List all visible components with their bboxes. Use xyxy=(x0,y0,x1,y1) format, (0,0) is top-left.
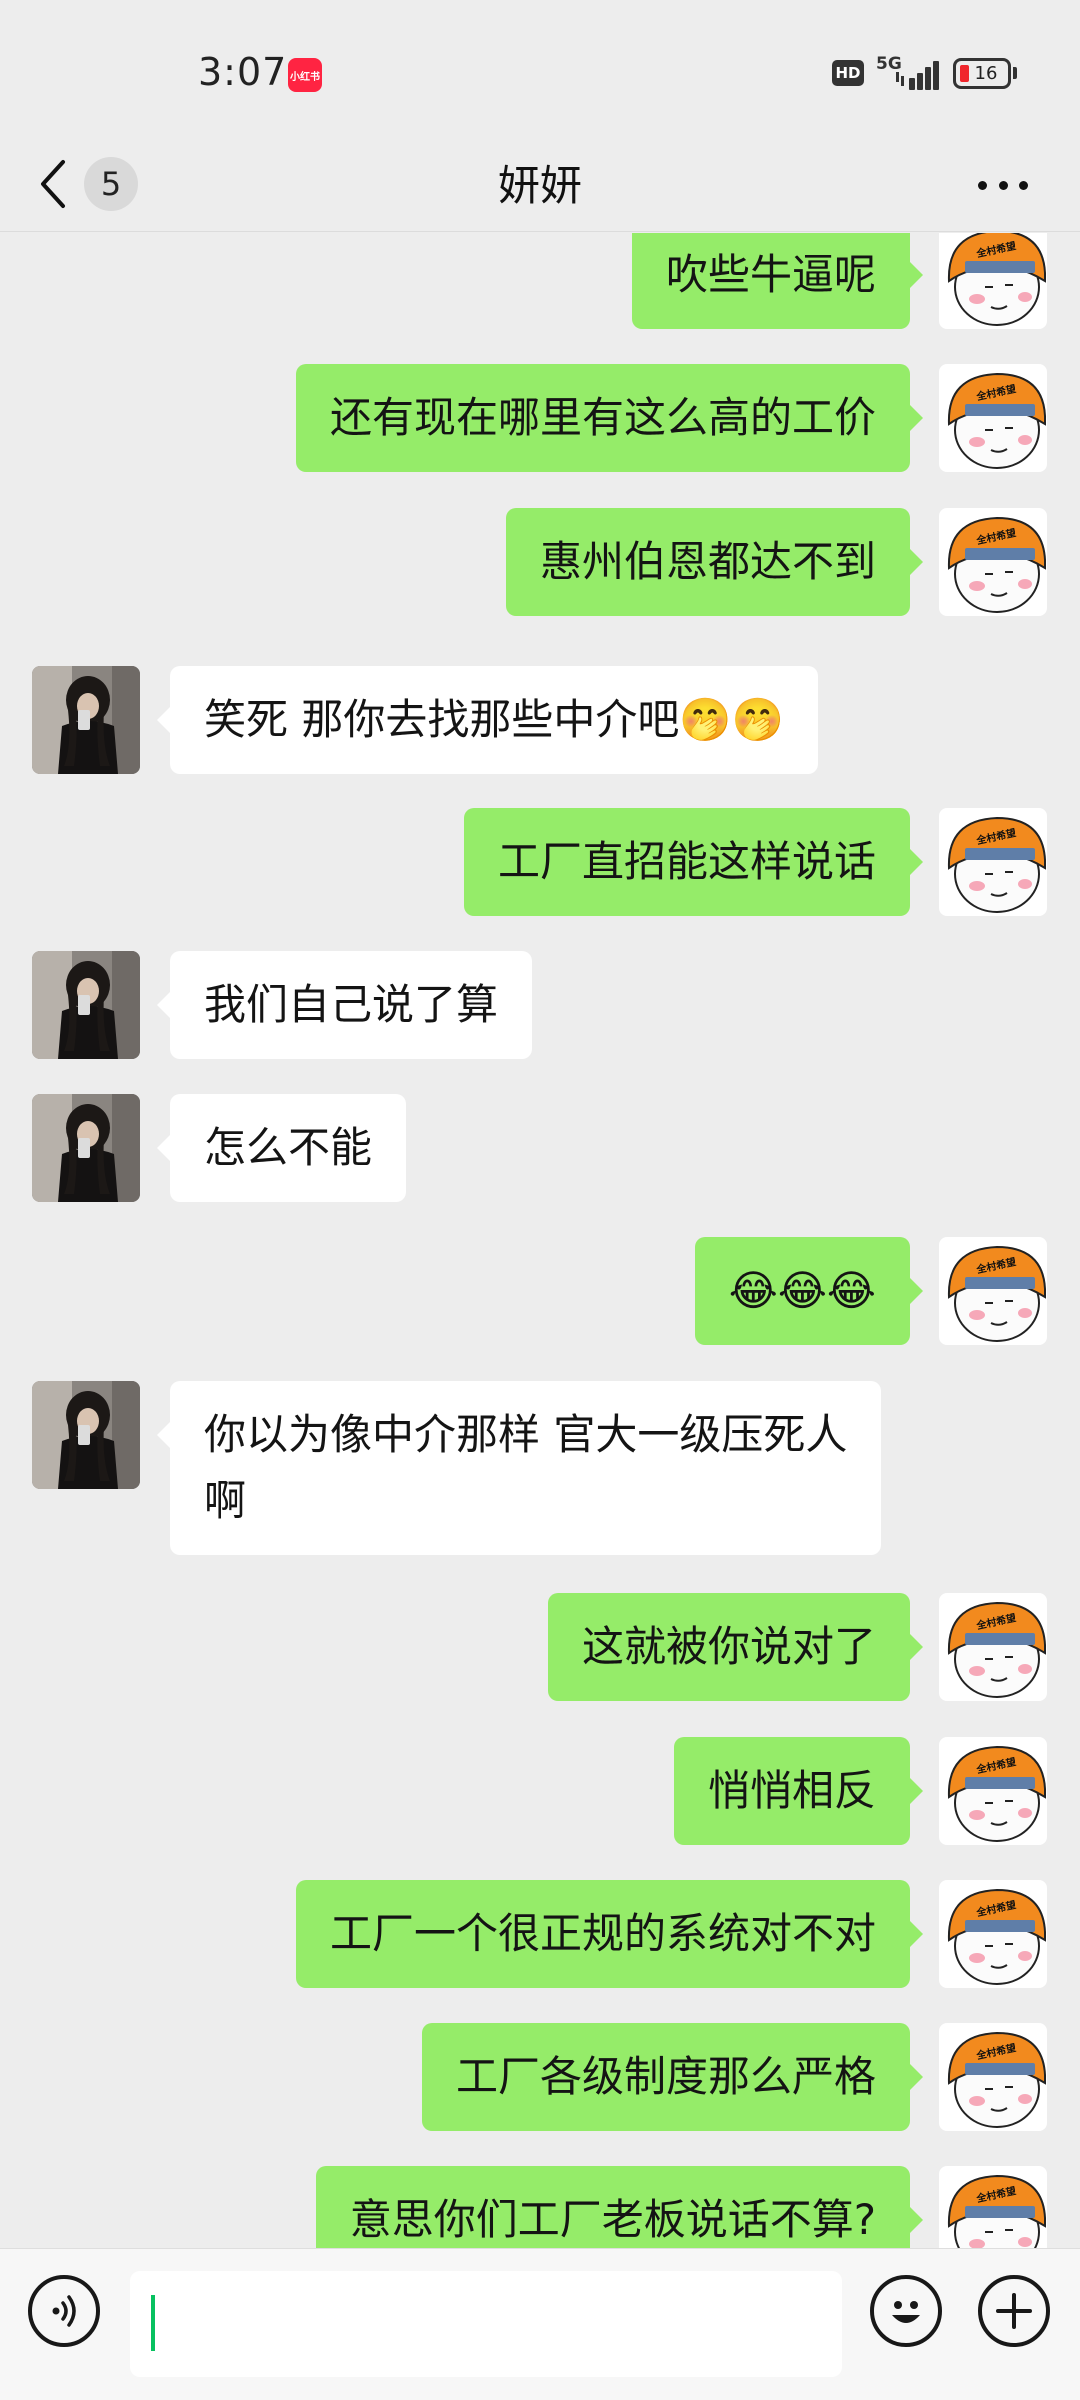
more-dot-icon xyxy=(998,180,1008,190)
unread-count-badge: 5 xyxy=(84,157,138,211)
message-bubble[interactable]: 你以为像中介那样 官大一级压死人 啊 xyxy=(156,1381,882,1555)
self-avatar-image: 全村希望 xyxy=(939,1237,1047,1345)
message-bubble[interactable]: 还有现在哪里有这么高的工价 xyxy=(295,364,924,472)
message-row-incoming: 笑死 那你去找那些中介吧🤭🤭 xyxy=(0,666,1080,774)
more-dot-icon xyxy=(978,180,987,190)
message-row-incoming: 怎么不能 xyxy=(0,1094,1080,1202)
contact-avatar[interactable] xyxy=(32,951,140,1059)
contact-avatar[interactable] xyxy=(32,666,140,774)
message-bubble[interactable]: 意思你们工厂老板说话不算? xyxy=(315,2166,924,2248)
input-bar xyxy=(0,2248,1080,2400)
contact-avatar-image xyxy=(32,666,140,774)
message-bubble[interactable]: 工厂一个很正规的系统对不对 xyxy=(295,1880,924,1988)
voice-icon xyxy=(52,2295,76,2327)
contact-avatar[interactable] xyxy=(32,1094,140,1202)
message-bubble[interactable]: 怎么不能 xyxy=(156,1094,407,1202)
self-avatar[interactable]: 全村希望 xyxy=(939,233,1047,329)
self-avatar-image: 全村希望 xyxy=(939,808,1047,916)
message-row-incoming: 你以为像中介那样 官大一级压死人 啊 xyxy=(0,1381,1080,1557)
chat-header: 5 妍妍 xyxy=(0,140,1080,232)
message-row-outgoing: 全村希望 惠州伯恩都达不到 xyxy=(0,508,1080,616)
self-avatar-image: 全村希望 xyxy=(939,233,1047,329)
contact-avatar[interactable] xyxy=(32,1381,140,1489)
message-row-incoming: 我们自己说了算 xyxy=(0,951,1080,1059)
message-row-outgoing: 全村希望 这就被你说对了 xyxy=(0,1593,1080,1701)
message-bubble[interactable]: 悄悄相反 xyxy=(673,1737,924,1845)
self-avatar-image: 全村希望 xyxy=(939,2023,1047,2131)
message-row-outgoing: 全村希望 意思你们工厂老板说话不算? xyxy=(0,2166,1080,2248)
message-bubble[interactable]: 😂😂😂 xyxy=(694,1237,924,1345)
self-avatar[interactable]: 全村希望 xyxy=(939,808,1047,916)
message-bubble[interactable]: 工厂直招能这样说话 xyxy=(463,808,924,916)
message-row-outgoing: 全村希望 悄悄相反 xyxy=(0,1737,1080,1845)
self-avatar-image: 全村希望 xyxy=(939,508,1047,616)
emoji-button[interactable] xyxy=(870,2275,942,2347)
message-bubble[interactable]: 惠州伯恩都达不到 xyxy=(505,508,924,616)
voice-input-button[interactable] xyxy=(28,2275,100,2347)
self-avatar[interactable]: 全村希望 xyxy=(939,1593,1047,1701)
message-bubble[interactable]: 笑死 那你去找那些中介吧🤭🤭 xyxy=(157,666,818,774)
message-row-outgoing: 全村希望 工厂直招能这样说话 xyxy=(0,808,1080,916)
self-avatar[interactable]: 全村希望 xyxy=(939,2166,1047,2248)
message-row-outgoing: 全村希望 工厂一个很正规的系统对不对 xyxy=(0,1880,1080,1988)
self-avatar[interactable]: 全村希望 xyxy=(939,508,1047,616)
status-time: 3:07 xyxy=(198,50,288,94)
message-list[interactable]: 全村希望 吹些牛逼呢 全村希望 还有现在哪里有这么高的工价 全村希望 惠州伯恩都… xyxy=(0,233,1080,2248)
more-dot-icon xyxy=(1019,180,1028,190)
message-input[interactable] xyxy=(130,2271,842,2377)
back-button[interactable]: 5 xyxy=(38,146,148,222)
status-bar: 3:07 小红书 HD 5G 16 xyxy=(0,0,1080,140)
contact-avatar-image xyxy=(32,951,140,1059)
self-avatar-image: 全村希望 xyxy=(939,364,1047,472)
contact-avatar-image xyxy=(32,1381,140,1489)
xiaohongshu-notification-icon: 小红书 xyxy=(288,58,322,92)
contact-avatar-image xyxy=(32,1094,140,1202)
self-avatar-image: 全村希望 xyxy=(939,1593,1047,1701)
self-avatar-image: 全村希望 xyxy=(939,1880,1047,1988)
self-avatar[interactable]: 全村希望 xyxy=(939,364,1047,472)
more-functions-button[interactable] xyxy=(978,2275,1050,2347)
self-avatar-image: 全村希望 xyxy=(939,1737,1047,1845)
self-avatar[interactable]: 全村希望 xyxy=(939,1237,1047,1345)
signal-icon xyxy=(896,61,939,90)
self-avatar[interactable]: 全村希望 xyxy=(939,1737,1047,1845)
message-row-outgoing: 全村希望 还有现在哪里有这么高的工价 xyxy=(0,364,1080,472)
message-bubble[interactable]: 我们自己说了算 xyxy=(156,951,533,1059)
message-row-outgoing: 全村希望 吹些牛逼呢 xyxy=(0,233,1080,329)
plus-icon xyxy=(996,2293,1032,2329)
self-avatar[interactable]: 全村希望 xyxy=(939,1880,1047,1988)
more-options-button[interactable] xyxy=(970,160,1036,210)
message-bubble[interactable]: 吹些牛逼呢 xyxy=(631,233,924,329)
text-caret xyxy=(151,2295,155,2351)
battery-icon: 16 xyxy=(953,58,1011,89)
message-row-outgoing: 全村希望 😂😂😂 xyxy=(0,1237,1080,1345)
battery-level: 16 xyxy=(974,63,998,84)
message-row-outgoing: 全村希望 工厂各级制度那么严格 xyxy=(0,2023,1080,2131)
self-avatar-image: 全村希望 xyxy=(939,2166,1047,2248)
message-bubble[interactable]: 这就被你说对了 xyxy=(547,1593,924,1701)
hd-icon: HD xyxy=(832,60,864,86)
emoji-icon xyxy=(892,2301,920,2323)
chevron-left-icon xyxy=(41,160,65,208)
chat-title: 妍妍 xyxy=(497,161,582,210)
self-avatar[interactable]: 全村希望 xyxy=(939,2023,1047,2131)
message-bubble[interactable]: 工厂各级制度那么严格 xyxy=(421,2023,924,2131)
